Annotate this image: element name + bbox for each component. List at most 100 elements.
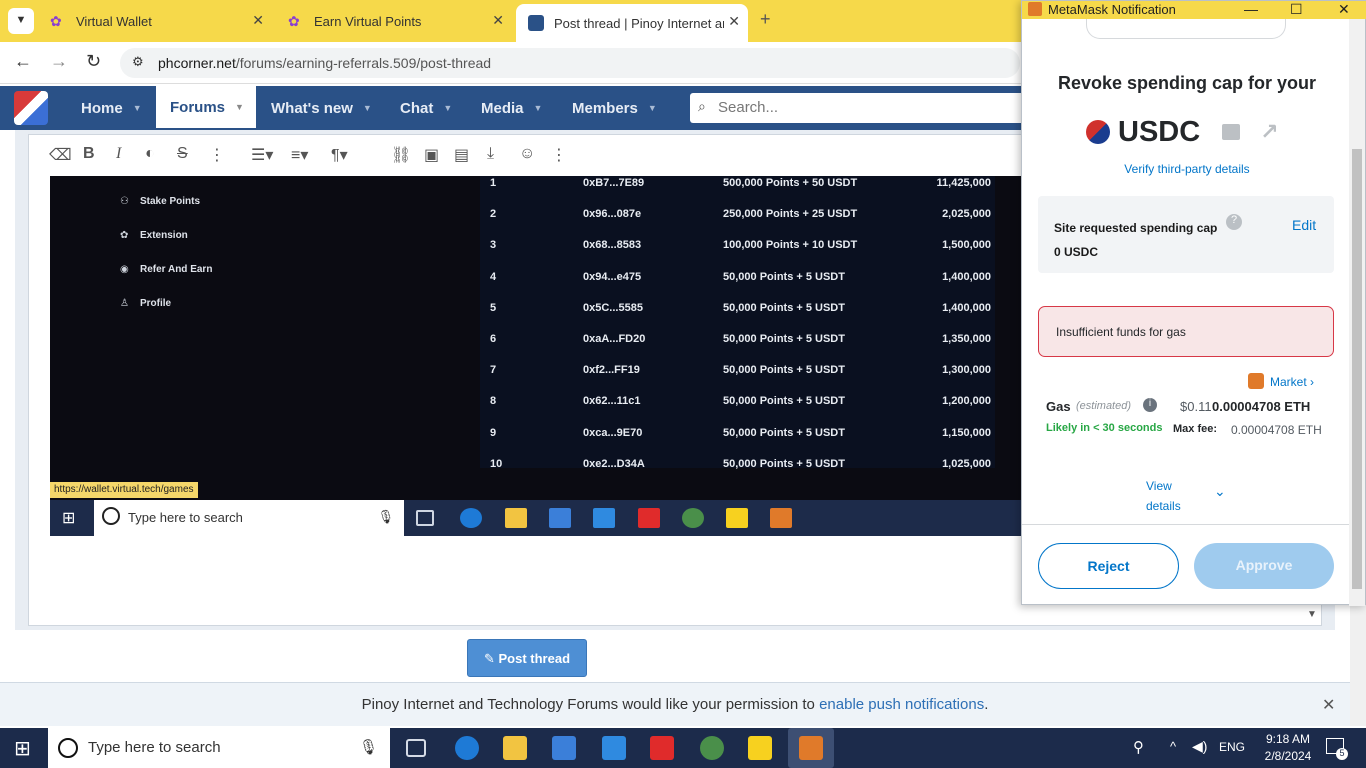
emoji-icon[interactable]: ☺ — [519, 145, 535, 163]
chevron-down-icon[interactable]: ⌄ — [1214, 483, 1226, 500]
forum-search-input[interactable]: ⌕ Search... — [690, 93, 1030, 123]
url-field[interactable]: ⚙ phcorner.net/forums/earning-referrals.… — [120, 48, 1020, 78]
taskbar-search-input[interactable]: Type here to search 🎙 — [48, 728, 390, 768]
spending-cap-box: Site requested spending cap ? Edit 0 USD… — [1038, 196, 1334, 273]
media-icon[interactable]: ▤ — [454, 145, 469, 165]
edit-cap-link[interactable]: Edit — [1292, 217, 1316, 233]
chrome-icon[interactable] — [700, 736, 724, 760]
paragraph-icon[interactable]: ¶▾ — [331, 145, 348, 165]
microphone-icon: 🎙 — [377, 509, 394, 524]
cell-points: 1,200,000 — [942, 395, 991, 408]
file-explorer-icon[interactable] — [503, 736, 527, 760]
sticky-notes-icon[interactable] — [748, 736, 772, 760]
nav-whats-new[interactable]: What's new ▼ — [271, 86, 372, 130]
nav-media[interactable]: Media ▼ — [481, 86, 542, 130]
strikethrough-icon[interactable]: S — [177, 145, 188, 163]
tab-search-chevron-icon[interactable]: ▼ — [8, 8, 34, 34]
microphone-icon[interactable]: 🎙 — [359, 738, 378, 756]
copy-icon[interactable] — [1222, 124, 1241, 141]
clock-time[interactable]: 9:18 AM — [1258, 732, 1318, 746]
link-icon[interactable]: ⛓ — [391, 145, 411, 165]
tab-virtual-wallet[interactable]: ✿ Virtual Wallet ✕ — [38, 6, 272, 36]
reload-icon[interactable]: ↻ — [86, 51, 101, 72]
people-icon[interactable]: ⚲ — [1133, 738, 1144, 756]
image-icon[interactable]: ▣ — [424, 145, 439, 165]
minimize-icon[interactable]: — — [1244, 1, 1258, 17]
nav-chat[interactable]: Chat ▼ — [400, 86, 452, 130]
more-vertical-icon[interactable]: ⋮ — [551, 145, 567, 165]
list-icon[interactable]: ☰▾ — [251, 145, 273, 165]
embedded-screenshot: ⚇ Stake Points ✿ Extension ◉ Refer And Earn… — [50, 176, 1025, 536]
chevron-up-icon[interactable]: ^ — [1170, 739, 1176, 754]
more-vertical-icon[interactable]: ⋮ — [209, 145, 225, 165]
vivaldi-icon[interactable] — [650, 736, 674, 760]
cell-rank: 7 — [490, 364, 497, 377]
nav-members[interactable]: Members ▼ — [572, 86, 657, 130]
new-tab-icon[interactable]: + — [760, 9, 771, 30]
italic-icon[interactable]: I — [116, 145, 121, 163]
insert-icon[interactable]: ⤓ — [487, 145, 494, 163]
enable-push-link[interactable]: enable push notifications — [819, 696, 984, 713]
cell-rank: 5 — [490, 301, 497, 314]
approve-button[interactable]: Approve — [1194, 543, 1334, 589]
cell-addr: 0xaA...FD20 — [583, 333, 646, 345]
cell-reward: 50,000 Points + 5 USDT — [723, 364, 845, 377]
close-tab-icon[interactable]: ✕ — [252, 12, 264, 29]
menu-stake-points: ⚇ Stake Points — [120, 196, 201, 207]
cell-points: 1,300,000 — [942, 364, 991, 377]
cell-reward: 50,000 Points + 5 USDT — [723, 333, 845, 345]
site-info-icon[interactable]: ⚙ — [132, 54, 144, 70]
scrollbar-thumb[interactable] — [1352, 149, 1362, 589]
cell-reward: 50,000 Points + 5 USDT — [723, 395, 845, 408]
nav-forums[interactable]: Forums ▼ — [156, 86, 256, 128]
cell-points: 1,400,000 — [942, 270, 991, 283]
market-link[interactable]: Market › — [1270, 375, 1314, 389]
windows-taskbar: ⊞ Type here to search 🎙 ⚲ ^ ◀) ENG 9:18 … — [0, 728, 1366, 768]
maximize-icon[interactable]: ☐ — [1290, 1, 1303, 18]
clock-date[interactable]: 2/8/2024 — [1258, 749, 1318, 763]
vivaldi-icon — [638, 508, 660, 528]
cell-reward: 250,000 Points + 25 USDT — [723, 208, 858, 221]
reject-button[interactable]: Reject — [1038, 543, 1179, 589]
close-tab-icon[interactable]: ✕ — [728, 13, 740, 30]
back-icon[interactable]: ← — [14, 51, 32, 72]
tab-post-thread[interactable]: Post thread | Pinoy Internet and ✕ — [516, 4, 748, 42]
resize-chevron-icon[interactable]: ▼ — [1307, 609, 1317, 620]
cell-points: 11,425,000 — [936, 177, 991, 189]
close-icon[interactable]: ✕ — [1338, 1, 1350, 18]
cell-reward: 100,000 Points + 10 USDT — [723, 239, 858, 252]
bold-icon[interactable]: B — [83, 145, 95, 163]
windows-start-icon[interactable]: ⊞ — [14, 736, 31, 761]
volume-icon[interactable]: ◀) — [1192, 738, 1207, 755]
palette-icon[interactable]: ◐ — [145, 145, 155, 163]
mail-icon[interactable] — [602, 736, 626, 760]
table-row: 10 0xe2...D34A 50,000 Points + 5 USDT 1,025… — [480, 457, 995, 488]
popup-scrollbar[interactable] — [1349, 19, 1365, 606]
language-indicator[interactable]: ENG — [1219, 740, 1245, 754]
view-details-link[interactable]: View details — [1146, 476, 1181, 516]
close-tab-icon[interactable]: ✕ — [492, 12, 504, 29]
cortana-icon — [58, 738, 78, 758]
post-thread-button[interactable]: ✎ Post thread — [467, 639, 587, 677]
push-permission-bar: Pinoy Internet and Technology Forums wou… — [0, 682, 1350, 726]
token-flag-icon — [1086, 120, 1110, 145]
external-link-icon[interactable]: ↗ — [1260, 119, 1278, 145]
info-icon[interactable]: i — [1143, 398, 1157, 412]
file-explorer-icon — [505, 508, 527, 528]
close-icon[interactable]: ✕ — [1322, 695, 1335, 715]
task-view-icon[interactable] — [406, 739, 426, 757]
phcorner-logo-icon[interactable] — [14, 91, 48, 125]
cell-reward: 50,000 Points + 5 USDT — [723, 301, 845, 314]
nav-home[interactable]: Home ▼ — [81, 86, 142, 130]
info-icon[interactable]: ? — [1226, 214, 1242, 230]
align-icon[interactable]: ≡▾ — [291, 145, 308, 165]
store-icon[interactable] — [552, 736, 576, 760]
edge-icon[interactable] — [455, 736, 479, 760]
forward-icon[interactable]: → — [50, 51, 68, 72]
eraser-icon[interactable]: ⌫ — [49, 145, 72, 165]
network-pill[interactable] — [1086, 19, 1286, 39]
table-row: 8 0x62...11c1 50,000 Points + 5 USDT 1,200,… — [480, 394, 995, 425]
tab-earn-virtual-points[interactable]: ✿ Earn Virtual Points ✕ — [276, 6, 512, 36]
verify-third-party-link[interactable]: Verify third-party details — [1022, 162, 1352, 176]
cell-addr: 0x62...11c1 — [583, 395, 641, 408]
